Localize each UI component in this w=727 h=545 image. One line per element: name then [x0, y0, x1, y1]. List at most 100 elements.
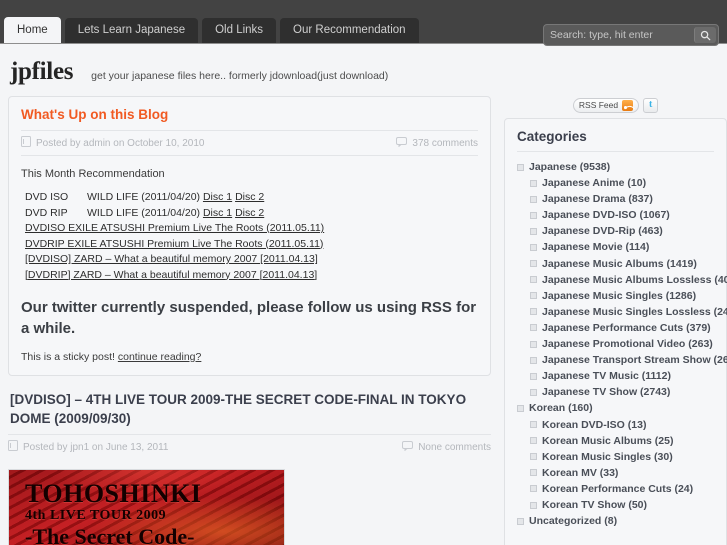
rec-format: DVD RIP	[25, 206, 68, 219]
post-comment-count[interactable]: None comments	[418, 442, 491, 453]
category-label: Japanese Music Albums (1419)	[542, 257, 697, 270]
category-label: Japanese TV Show (2743)	[542, 386, 671, 399]
recommendation-row: DVDISO EXILE ATSUSHI Premium Live The Ro…	[25, 221, 478, 237]
category-item[interactable]: Japanese Performance Cuts (379)	[517, 320, 714, 336]
category-item[interactable]: Japanese DVD-Rip (463)	[517, 223, 714, 239]
bullet-icon	[530, 388, 537, 396]
bullet-icon	[530, 485, 537, 493]
sticky-post-intro: This Month Recommendation	[21, 168, 165, 180]
category-label: Korean Music Albums (25)	[542, 434, 674, 447]
search-box[interactable]	[543, 24, 719, 46]
category-label: Korean MV (33)	[542, 466, 619, 479]
rss-feed-label: RSS Feed	[578, 100, 619, 110]
category-item[interactable]: Japanese Music Albums Lossless (40)	[517, 272, 727, 288]
category-item[interactable]: Japanese Promotional Video (263)	[517, 336, 714, 352]
comment-icon	[396, 136, 408, 150]
category-label: Japanese DVD-Rip (463)	[542, 225, 663, 238]
rec-link-disc2[interactable]: Disc 2	[235, 207, 264, 219]
search-input[interactable]	[546, 27, 694, 43]
rec-link[interactable]: [DVDISO] ZARD – What a beautiful memory …	[25, 253, 318, 265]
category-label: Japanese DVD-ISO (1067)	[542, 209, 670, 222]
bullet-icon	[530, 179, 537, 187]
sticky-post-comment-count[interactable]: 378 comments	[412, 138, 478, 149]
thumbnail-line-3: -The Secret Code-	[25, 524, 195, 545]
bullet-icon	[530, 421, 537, 429]
sidebar: RSS Feed t Categories Japanese (9538) Ja…	[504, 96, 727, 545]
bullet-icon	[530, 292, 537, 300]
twitter-notice: Our twitter currently suspended, please …	[21, 299, 477, 337]
sticky-post-author: Posted by admin on October 10, 2010	[36, 137, 205, 149]
recommendation-row: [DVDRIP] ZARD – What a beautiful memory …	[25, 268, 478, 284]
category-item[interactable]: Korean Performance Cuts (24)	[517, 481, 714, 497]
twitter-button[interactable]: t	[643, 97, 659, 113]
thumbnail-line-1: TOHOSHINKI	[25, 479, 202, 508]
bullet-icon	[530, 260, 537, 268]
category-item[interactable]: Japanese Music Singles (1286)	[517, 288, 714, 304]
categories-list: Japanese (9538) Japanese Anime (10) Japa…	[517, 159, 727, 529]
category-item[interactable]: Japanese TV Music (1112)	[517, 368, 714, 384]
category-item[interactable]: Korean (160)	[517, 400, 714, 416]
bullet-icon	[530, 276, 537, 284]
category-item[interactable]: Japanese Anime (10)	[517, 175, 714, 191]
post-thumbnail[interactable]: TOHOSHINKI 4th LIVE TOUR 2009 -The Secre…	[8, 469, 285, 545]
nav-item-home[interactable]: Home	[4, 17, 61, 43]
continue-reading-link[interactable]: continue reading?	[118, 351, 201, 363]
category-item[interactable]: Korean DVD-ISO (13)	[517, 417, 714, 433]
category-item[interactable]: Japanese TV Show (2743)	[517, 384, 714, 400]
category-label: Korean (160)	[529, 402, 593, 415]
nav-item-lets-learn-japanese[interactable]: Lets Learn Japanese	[64, 18, 199, 43]
category-label: Japanese Transport Stream Show (262)	[542, 354, 727, 367]
category-label: Japanese Movie (114)	[542, 241, 650, 254]
sticky-post-title[interactable]: What's Up on this Blog	[21, 107, 478, 122]
category-item[interactable]: Uncategorized (8)	[517, 513, 714, 529]
category-item[interactable]: Japanese DVD-ISO (1067)	[517, 207, 714, 223]
bullet-icon	[517, 404, 524, 412]
bullet-icon	[530, 437, 537, 445]
bullet-icon	[530, 308, 537, 316]
category-label: Uncategorized (8)	[529, 515, 618, 528]
rec-link-disc1[interactable]: Disc 1	[203, 191, 232, 203]
category-item[interactable]: Japanese Movie (114)	[517, 239, 714, 255]
rss-feed-button[interactable]: RSS Feed	[572, 97, 640, 113]
rec-link-disc1[interactable]: Disc 1	[203, 207, 232, 219]
category-item[interactable]: Korean MV (33)	[517, 465, 714, 481]
category-label: Japanese Performance Cuts (379)	[542, 321, 711, 334]
site-tagline: get your japanese files here.. formerly …	[91, 70, 389, 82]
category-label: Japanese TV Music (1112)	[542, 370, 671, 383]
bullet-icon	[530, 244, 537, 252]
category-item[interactable]: Japanese Drama (837)	[517, 191, 714, 207]
post-meta: Posted by jpn1 on June 13, 2011 None com…	[8, 434, 491, 459]
rec-link[interactable]: DVDISO EXILE ATSUSHI Premium Live The Ro…	[25, 222, 324, 234]
content-column: What's Up on this Blog Posted by admin o…	[8, 96, 491, 545]
categories-title: Categories	[517, 129, 714, 152]
post-icon	[8, 440, 18, 454]
rec-link-disc2[interactable]: Disc 2	[235, 191, 264, 203]
nav-item-old-links[interactable]: Old Links	[202, 18, 277, 43]
category-item[interactable]: Japanese Music Albums (1419)	[517, 256, 714, 272]
category-item[interactable]: Japanese Music Singles Lossless (24)	[517, 304, 727, 320]
bullet-icon	[530, 453, 537, 461]
category-label: Japanese Promotional Video (263)	[542, 338, 713, 351]
search-icon[interactable]	[694, 27, 716, 43]
sticky-note-line: This is a sticky post! continue reading?	[21, 351, 478, 363]
sticky-post-meta: Posted by admin on October 10, 2010 378 …	[21, 130, 478, 156]
category-item[interactable]: Korean TV Show (50)	[517, 497, 714, 513]
site-title[interactable]: jpfiles	[10, 58, 73, 86]
category-item[interactable]: Korean Music Albums (25)	[517, 433, 714, 449]
comment-icon	[402, 440, 414, 454]
bullet-icon	[530, 195, 537, 203]
bullet-icon	[517, 163, 524, 171]
rec-link[interactable]: [DVDRIP] ZARD – What a beautiful memory …	[25, 269, 317, 281]
category-item[interactable]: Japanese Transport Stream Show (262)	[517, 352, 727, 368]
nav-item-our-recommendation[interactable]: Our Recommendation	[280, 18, 419, 43]
post-title[interactable]: [DVDISO] – 4TH LIVE TOUR 2009-THE SECRET…	[8, 390, 491, 428]
recommendation-row: DVD ISO WILD LIFE (2011/04/20) Disc 1 Dis…	[25, 190, 478, 206]
bullet-icon	[530, 501, 537, 509]
category-item[interactable]: Korean Music Singles (30)	[517, 449, 714, 465]
rec-link[interactable]: DVDRIP EXILE ATSUSHI Premium Live The Ro…	[25, 238, 323, 250]
bullet-icon	[530, 324, 537, 332]
twitter-icon: t	[648, 99, 653, 110]
category-item[interactable]: Japanese (9538)	[517, 159, 714, 175]
rss-icon	[622, 99, 634, 111]
main-navigation: Home Lets Learn Japanese Old Links Our R…	[4, 17, 419, 43]
